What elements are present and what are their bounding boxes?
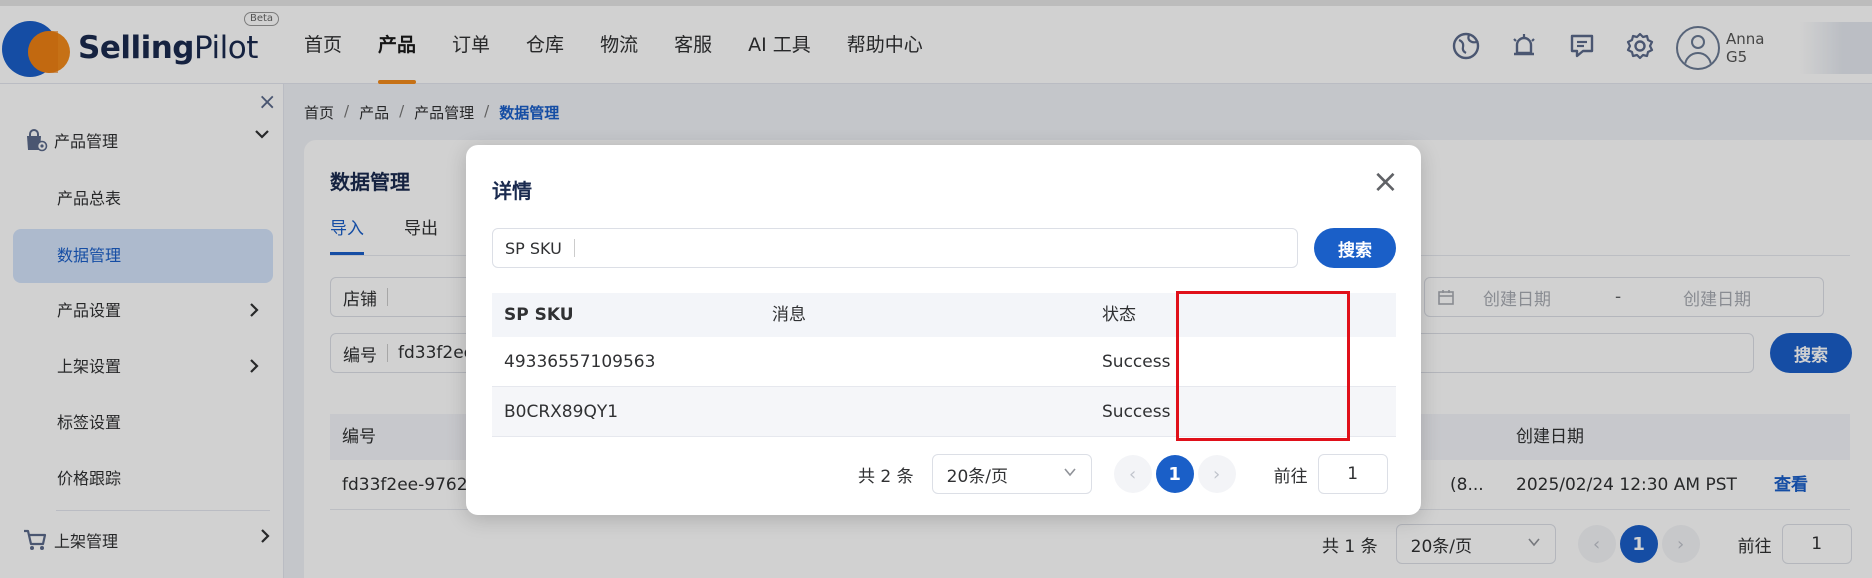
close-icon[interactable]: × (1372, 165, 1399, 197)
prev-page-button[interactable]: ‹ (1113, 455, 1152, 493)
modal-pagination: 共 2 条 20条/页 ‹ 1 › 前往 1 (858, 454, 1388, 494)
modal-title: 详情 (492, 179, 532, 203)
next-page-button[interactable]: › (1197, 455, 1236, 493)
page-size-select[interactable]: 20条/页 (931, 454, 1092, 494)
chevron-down-icon (1063, 464, 1077, 484)
page-1-button[interactable]: 1 (1155, 455, 1194, 493)
details-modal: 详情 × SP SKU 搜索 SP SKU 消息 状态 493365571095… (466, 145, 1421, 515)
modal-search-button[interactable]: 搜索 (1314, 228, 1396, 268)
sku-search-input[interactable]: SP SKU (492, 228, 1298, 268)
status-column-highlight (1176, 291, 1350, 441)
goto-page-input[interactable]: 1 (1317, 454, 1388, 494)
